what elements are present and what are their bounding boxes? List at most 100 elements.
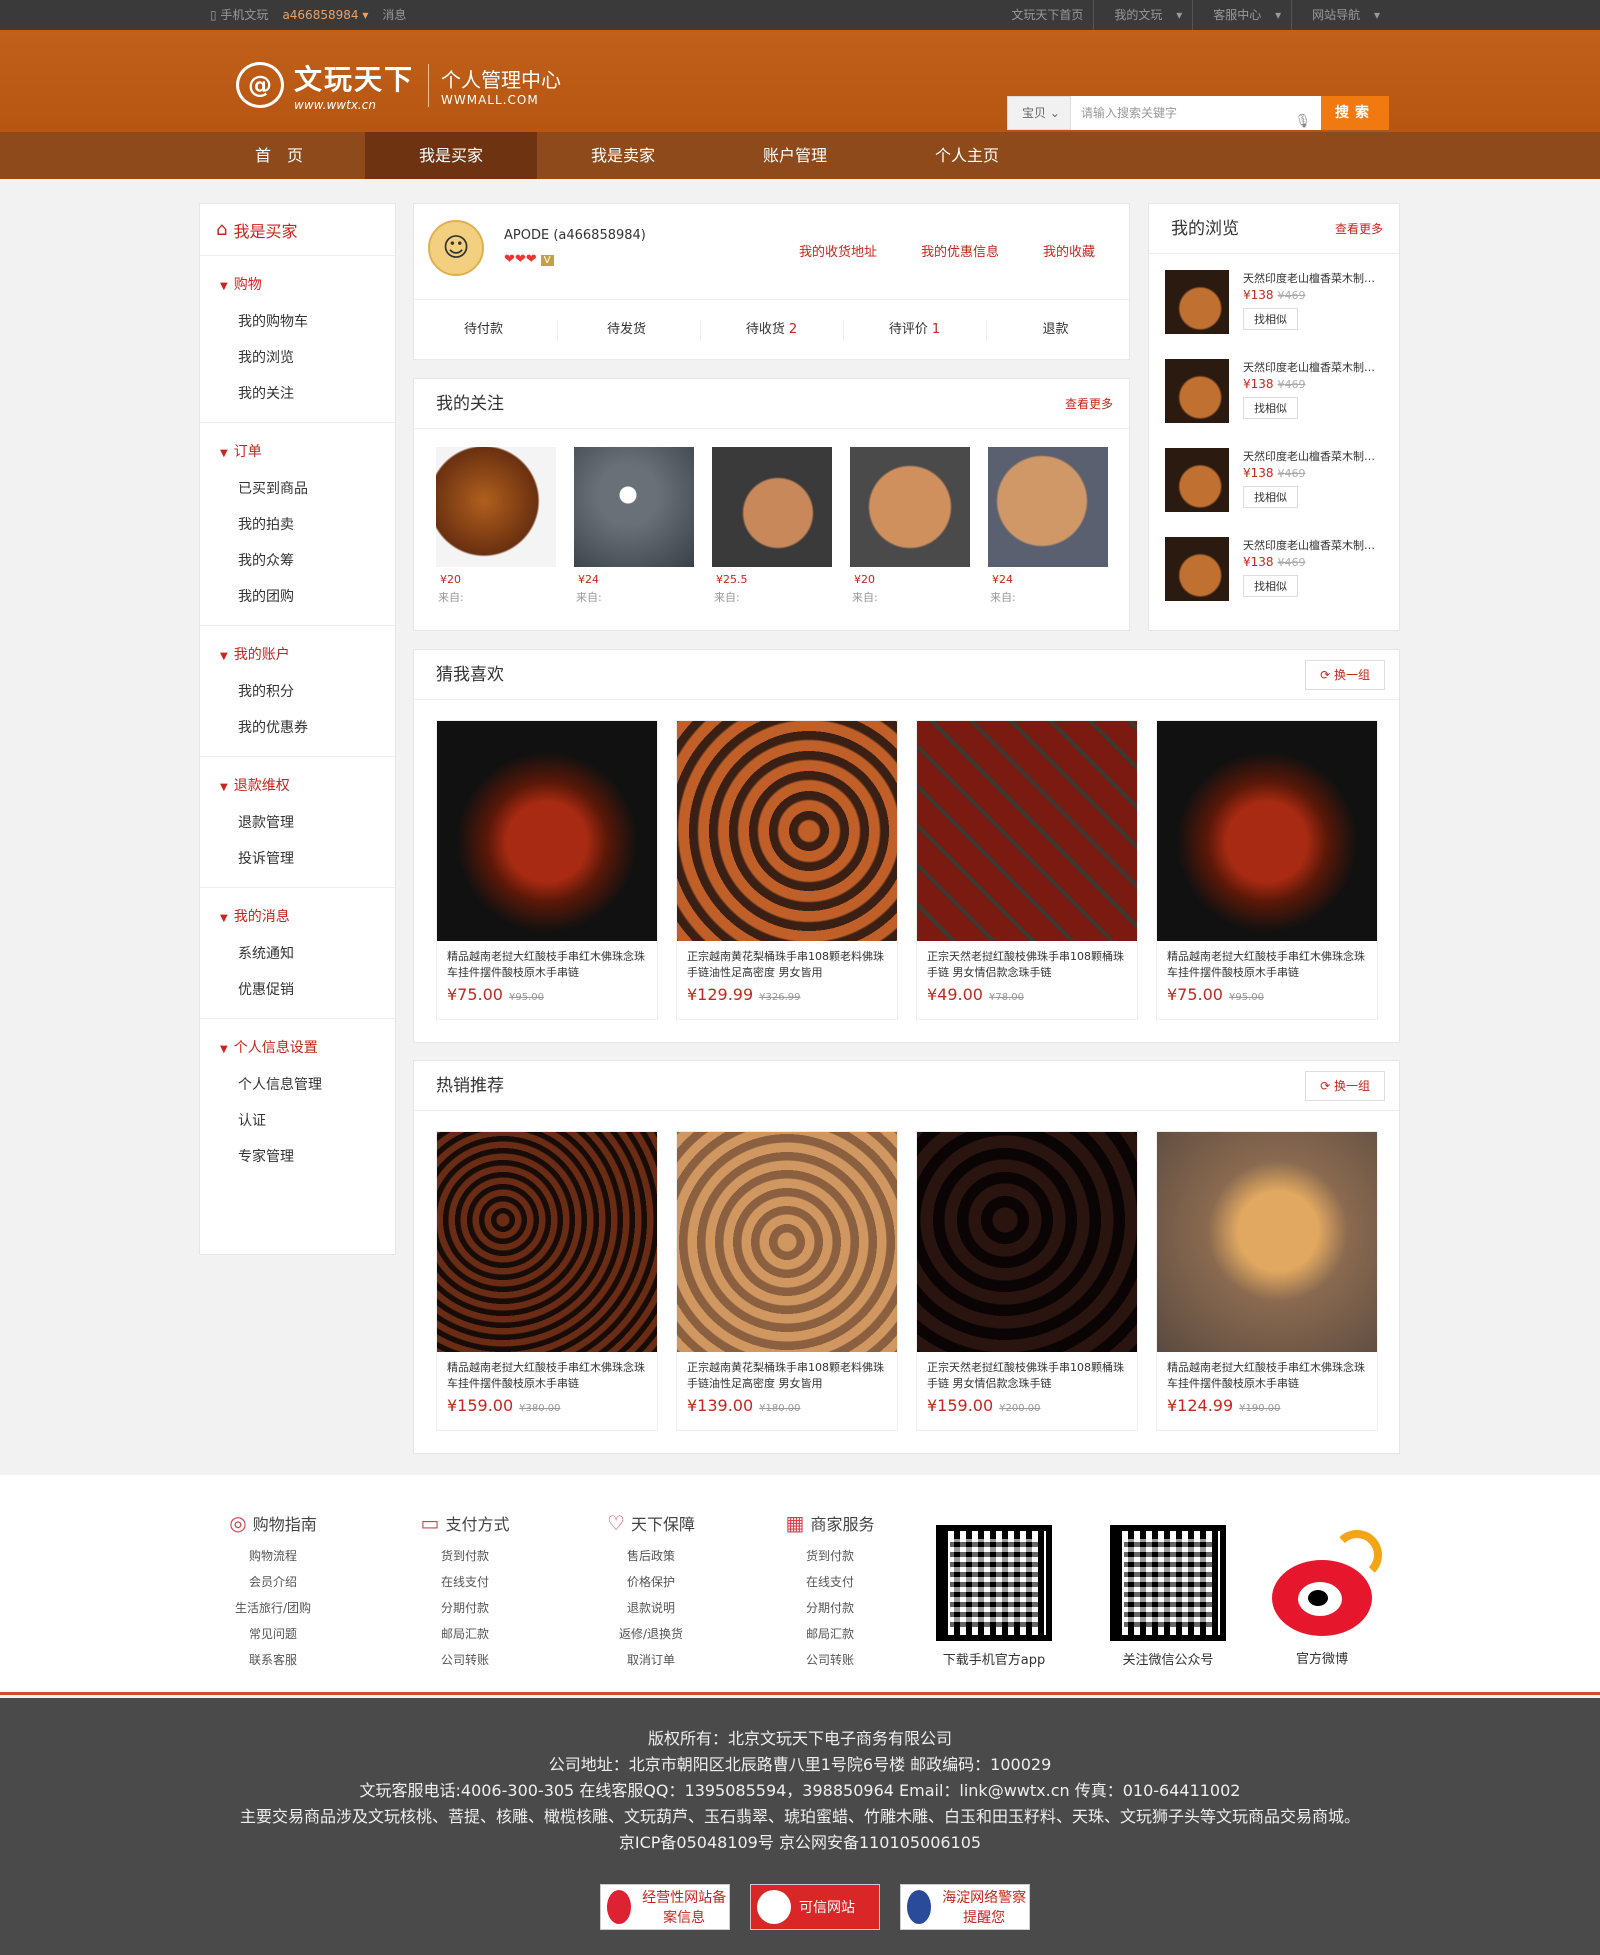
footer-link[interactable]: 联系客服 (188, 1647, 358, 1673)
follow-item[interactable]: ¥20 来自: (850, 447, 970, 605)
refresh-button[interactable]: ⟳ 换一组 (1305, 660, 1385, 690)
follow-item[interactable]: ¥25.5 来自: (712, 447, 832, 605)
product-card[interactable]: 正宗天然老挝红酸枝佛珠手串108颗桶珠手链 男女情侣款念珠手链 ¥49.00 ¥78… (916, 720, 1138, 1020)
weibo-link[interactable]: 官方微博 (1252, 1530, 1392, 1667)
walnut-image[interactable] (712, 447, 832, 567)
sidebar-item[interactable]: 我的关注 (200, 376, 395, 412)
product-card[interactable]: 正宗越南黄花梨桶珠手串108颗老料佛珠手链油性足高密度 男女皆用 ¥139.00 ¥… (676, 1131, 898, 1431)
mobile-link[interactable]: ▯ 手机文玩 (210, 0, 268, 30)
footer-link[interactable]: 公司转账 (380, 1647, 550, 1673)
sidebar-group-title[interactable]: ▼ 退款维权 (200, 775, 395, 795)
find-similar-button[interactable]: 找相似 (1243, 308, 1298, 330)
nav-homepage[interactable]: 个人主页 (881, 132, 1053, 179)
footer-link[interactable]: 取消订单 (566, 1647, 736, 1673)
bead-image[interactable] (574, 447, 694, 567)
sidebar-item[interactable]: 专家管理 (200, 1139, 395, 1175)
refresh-button[interactable]: ⟳ 换一组 (1305, 1071, 1385, 1101)
view-more-link[interactable]: 查看更多 (1065, 379, 1113, 429)
sidebar-item[interactable]: 我的拍卖 (200, 507, 395, 543)
product-card[interactable]: 正宗天然老挝红酸枝佛珠手串108颗桶珠手链 男女情侣款念珠手链 ¥159.00 ¥2… (916, 1131, 1138, 1431)
walnut-image[interactable] (988, 447, 1108, 567)
service-menu[interactable]: 客服中心 ▾ (1192, 0, 1291, 30)
sidebar-item[interactable]: 我的浏览 (200, 340, 395, 376)
nav-account[interactable]: 账户管理 (709, 132, 881, 179)
footer-link[interactable]: 生活旅行/团购 (188, 1595, 358, 1621)
sidebar-group-title[interactable]: ▼ 订单 (200, 441, 395, 461)
address-link[interactable]: 我的收货地址 (799, 241, 877, 260)
search-button[interactable]: 搜索 (1321, 96, 1389, 130)
sidebar-group-title[interactable]: ▼ 个人信息设置 (200, 1037, 395, 1057)
sidebar-item[interactable]: 优惠促销 (200, 972, 395, 1008)
footer-link[interactable]: 购物流程 (188, 1543, 358, 1569)
view-more-link[interactable]: 查看更多 (1335, 204, 1383, 254)
product-image[interactable] (437, 1132, 657, 1352)
police-badge[interactable]: 海淀网络警察提醒您 (900, 1884, 1030, 1930)
logo[interactable]: @ 文玩天下 www.wwtx.cn 个人管理中心 WWMALL.COM (236, 58, 561, 112)
my-wenwan-menu[interactable]: 我的文玩 ▾ (1093, 0, 1192, 30)
tab-pending-shipment[interactable]: 待发货 (557, 300, 700, 359)
sidebar-item[interactable]: 退款管理 (200, 805, 395, 841)
find-similar-button[interactable]: 找相似 (1243, 397, 1298, 419)
footer-link[interactable]: 邮局汇款 (380, 1621, 550, 1647)
sidebar-item[interactable]: 系统通知 (200, 936, 395, 972)
nav-seller[interactable]: 我是卖家 (537, 132, 709, 179)
sidebar-item[interactable]: 我的购物车 (200, 304, 395, 340)
sidebar-item[interactable]: 认证 (200, 1103, 395, 1139)
product-image[interactable] (917, 1132, 1137, 1352)
product-image[interactable] (1165, 448, 1229, 512)
browse-item[interactable]: 天然印度老山檀香菜木制… ¥138 ¥469 找相似 (1165, 537, 1391, 607)
sidebar-item[interactable]: 我的积分 (200, 674, 395, 710)
footer-link[interactable]: 常见问题 (188, 1621, 358, 1647)
tab-pending-receipt[interactable]: 待收货 2 (700, 300, 843, 359)
user-menu[interactable]: a466858984 ▾ (282, 0, 368, 30)
product-image[interactable] (677, 721, 897, 941)
app-qr-code[interactable]: 下载手机官方app (924, 1525, 1064, 1668)
footer-link[interactable]: 返修/退换货 (566, 1621, 736, 1647)
footer-link[interactable]: 退款说明 (566, 1595, 736, 1621)
footer-link[interactable]: 售后政策 (566, 1543, 736, 1569)
footer-link[interactable]: 价格保护 (566, 1569, 736, 1595)
sidebar-group-title[interactable]: ▼ 我的账户 (200, 644, 395, 664)
home-link[interactable]: 文玩天下首页 (1001, 0, 1093, 30)
sidebar-item[interactable]: 个人信息管理 (200, 1067, 395, 1103)
browse-item[interactable]: 天然印度老山檀香菜木制… ¥138 ¥469 找相似 (1165, 359, 1391, 429)
product-card[interactable]: 精品越南老挝大红酸枝手串红木佛珠念珠车挂件摆件酸枝原木手串链 ¥159.00 ¥38… (436, 1131, 658, 1431)
footer-link[interactable]: 货到付款 (745, 1543, 915, 1569)
walnut-image[interactable] (850, 447, 970, 567)
tab-refund[interactable]: 退款 (986, 300, 1129, 359)
product-image[interactable] (677, 1132, 897, 1352)
nav-home[interactable]: 首 页 (193, 132, 365, 179)
follow-item[interactable]: ¥24 来自: (988, 447, 1108, 605)
product-card[interactable]: 精品越南老挝大红酸枝手串红木佛珠念珠车挂件摆件酸枝原木手串链 ¥124.99 ¥19… (1156, 1131, 1378, 1431)
coupon-info-link[interactable]: 我的优惠信息 (921, 241, 999, 260)
footer-link[interactable]: 邮局汇款 (745, 1621, 915, 1647)
footer-link[interactable]: 分期付款 (380, 1595, 550, 1621)
browse-item[interactable]: 天然印度老山檀香菜木制… ¥138 ¥469 找相似 (1165, 448, 1391, 518)
search-category-select[interactable]: 宝贝 ⌄ (1007, 96, 1071, 130)
sidebar-item[interactable]: 已买到商品 (200, 471, 395, 507)
follow-item[interactable]: ¥20 来自: (436, 447, 556, 605)
product-image[interactable] (437, 721, 657, 941)
avatar[interactable]: ☺ (428, 220, 484, 276)
footer-link[interactable]: 分期付款 (745, 1595, 915, 1621)
product-card[interactable]: 精品越南老挝大红酸枝手串红木佛珠念珠车挂件摆件酸枝原木手串链 ¥75.00 ¥95.… (1156, 720, 1378, 1020)
walnut-image[interactable] (436, 447, 556, 567)
sidebar-group-title[interactable]: ▼ 购物 (200, 274, 395, 294)
product-card[interactable]: 精品越南老挝大红酸枝手串红木佛珠念珠车挂件摆件酸枝原木手串链 ¥75.00 ¥95.… (436, 720, 658, 1020)
trusted-site-badge[interactable]: 可信网站 (750, 1884, 880, 1930)
follow-item[interactable]: ¥24 来自: (574, 447, 694, 605)
tab-pending-payment[interactable]: 待付款 (414, 300, 557, 359)
sidebar-item[interactable]: 我的团购 (200, 579, 395, 615)
sidebar-group-title[interactable]: ▼ 我的消息 (200, 906, 395, 926)
sidebar-item[interactable]: 我的众筹 (200, 543, 395, 579)
browse-item[interactable]: 天然印度老山檀香菜木制… ¥138 ¥469 找相似 (1165, 270, 1391, 340)
find-similar-button[interactable]: 找相似 (1243, 486, 1298, 508)
product-image[interactable] (1157, 721, 1377, 941)
sidebar-item[interactable]: 投诉管理 (200, 841, 395, 877)
search-input[interactable]: 请输入搜索关键字 🎙 (1071, 96, 1321, 130)
product-image[interactable] (917, 721, 1137, 941)
product-image[interactable] (1165, 359, 1229, 423)
footer-link[interactable]: 在线支付 (380, 1569, 550, 1595)
product-image[interactable] (1157, 1132, 1377, 1352)
product-image[interactable] (1165, 270, 1229, 334)
